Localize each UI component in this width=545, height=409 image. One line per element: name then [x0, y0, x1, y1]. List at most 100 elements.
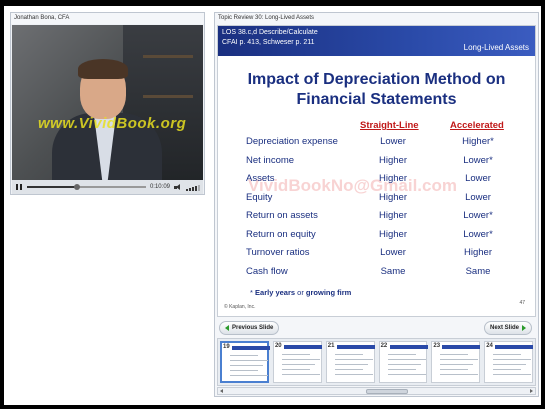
volume-bar	[189, 187, 191, 191]
thumbnail-text-line	[334, 354, 363, 355]
table-row: Return on assets Higher Lower*	[218, 210, 535, 228]
volume-level[interactable]	[186, 184, 200, 191]
los-line-2: CFAI p. 413, Schweser p. 211	[222, 39, 315, 46]
thumbnail-text-line	[387, 369, 416, 370]
thumbnail-text-line	[230, 370, 258, 371]
straight-line-value: Higher	[379, 154, 407, 166]
slide-navigation: Previous Slide Next Slide	[217, 319, 536, 337]
slide-thumbnail[interactable]: 22	[378, 341, 428, 383]
slide-panel: Topic Review 30: Long-Lived Assets LOS 3…	[214, 12, 539, 397]
presenter-video[interactable]: www.VividBook.org	[12, 25, 203, 180]
thumbnail-scrollbar[interactable]	[217, 387, 536, 395]
slide-topic: Topic Review 30: Long-Lived Assets	[218, 15, 315, 21]
video-panel: Jonathan Bona, CFA www.VividBook.org 0:1…	[10, 12, 205, 195]
thumbnail-text-line	[230, 375, 268, 376]
accelerated-value: Lower*	[463, 228, 493, 240]
pause-icon[interactable]	[15, 183, 23, 191]
volume-bar	[195, 185, 197, 191]
thumbnail-text-line	[440, 374, 479, 375]
volume-bar	[186, 188, 188, 191]
slide-thumbnail[interactable]: 24	[484, 341, 534, 383]
table-row: Equity Higher Lower	[218, 192, 535, 210]
thumbnail-text-line	[387, 364, 421, 365]
row-label: Return on equity	[246, 228, 316, 240]
thumbnail-text-line	[334, 369, 363, 370]
thumbnail-number: 24	[486, 343, 493, 349]
current-slide: LOS 38.c,d Describe/Calculate CFAI p. 41…	[217, 25, 536, 317]
thumbnail-text-line	[387, 374, 426, 375]
accelerated-value: Higher	[464, 247, 492, 258]
slide-thumbnail[interactable]: 20	[272, 341, 322, 383]
straight-line-value: Higher	[379, 228, 407, 240]
scroll-right-icon[interactable]	[530, 389, 533, 393]
table-row: Net income Higher Lower*	[218, 155, 535, 173]
table-row: Cash flow Same Same	[218, 266, 535, 284]
copyright: © Kaplan, Inc.	[224, 304, 256, 310]
thumbnail-text-line	[281, 369, 310, 370]
thumbnail-text-line	[334, 364, 368, 365]
straight-line-value: Lower	[380, 136, 406, 147]
scroll-left-icon[interactable]	[220, 389, 223, 393]
footnote-or: or	[295, 288, 306, 297]
straight-line-value: Higher	[379, 191, 407, 203]
thumbnail-text-line	[230, 365, 263, 366]
slide-thumbnail[interactable]: 21	[325, 341, 375, 383]
thumbnail-number: 23	[433, 343, 441, 349]
thumbnail-text-line	[493, 354, 522, 355]
footnote: * Early years or growing firm	[250, 288, 351, 297]
time-readout: 0:10:09	[149, 184, 170, 190]
previous-slide-button[interactable]: Previous Slide	[219, 321, 280, 335]
table-row: Assets Higher Lower	[218, 173, 535, 191]
thumbnail-text-line	[387, 354, 416, 355]
scroll-thumb[interactable]	[366, 389, 408, 394]
row-label: Turnover ratios	[246, 247, 310, 258]
thumbnail-text-line	[230, 360, 268, 361]
thumbnail-text-line	[493, 364, 527, 365]
thumbnail-text-line	[334, 374, 373, 375]
thumbnail-text-line	[440, 369, 469, 370]
footnote-early-years: Early years	[255, 288, 296, 297]
video-watermark: www.VividBook.org	[38, 115, 187, 132]
speaker-icon[interactable]	[174, 183, 182, 191]
thumbnail-text-line	[440, 364, 474, 365]
thumbnail-text-line	[387, 359, 426, 360]
los-reference: LOS 38.c,d Describe/Calculate CFAI p. 41…	[222, 28, 318, 48]
next-slide-label: Next Slide	[489, 325, 519, 331]
section-title: Long-Lived Assets	[463, 43, 529, 52]
row-label: Cash flow	[246, 265, 288, 277]
presenter-hair	[78, 59, 128, 79]
seek-bar[interactable]	[27, 184, 146, 190]
thumbnail-text-line	[281, 359, 320, 360]
thumbnail-header-bar	[495, 345, 534, 349]
row-label: Assets	[246, 173, 275, 184]
table-row: Return on equity Higher Lower*	[218, 229, 535, 247]
slide-page-number: 47	[519, 300, 525, 306]
table-row: Turnover ratios Lower Higher	[218, 247, 535, 265]
thumbnail-number: 20	[274, 343, 282, 349]
volume-bar	[198, 184, 200, 191]
next-slide-button[interactable]: Next Slide	[483, 321, 532, 335]
slide-thumbnail[interactable]: 23	[431, 341, 481, 383]
thumbnail-text-line	[440, 354, 469, 355]
footnote-growing-firm: growing firm	[305, 288, 352, 297]
row-label: Equity	[246, 191, 273, 203]
thumbnail-text-line	[281, 374, 320, 375]
accelerated-value: Lower*	[463, 210, 493, 221]
column-header-straight-line: Straight-Line	[360, 120, 419, 131]
seek-handle[interactable]	[73, 184, 80, 190]
thumbnail-text-line	[281, 364, 315, 365]
table-row: Depreciation expense Lower Higher*	[218, 136, 535, 154]
thumbnail-header-bar	[283, 345, 322, 349]
straight-line-value: Higher	[379, 210, 407, 221]
volume-bar	[192, 186, 194, 191]
accelerated-value: Higher*	[462, 136, 494, 147]
thumbnail-text-line	[493, 374, 532, 375]
thumbnail-text-line	[493, 369, 522, 370]
slide-header: LOS 38.c,d Describe/Calculate CFAI p. 41…	[218, 26, 535, 56]
thumbnail-header-bar	[442, 345, 481, 349]
thumbnail-number: 19	[223, 344, 230, 350]
accelerated-value: Lower	[465, 173, 491, 184]
slide-thumbnail[interactable]: 19	[220, 341, 270, 383]
arrow-left-icon	[225, 325, 229, 331]
accelerated-value: Same	[465, 265, 491, 277]
